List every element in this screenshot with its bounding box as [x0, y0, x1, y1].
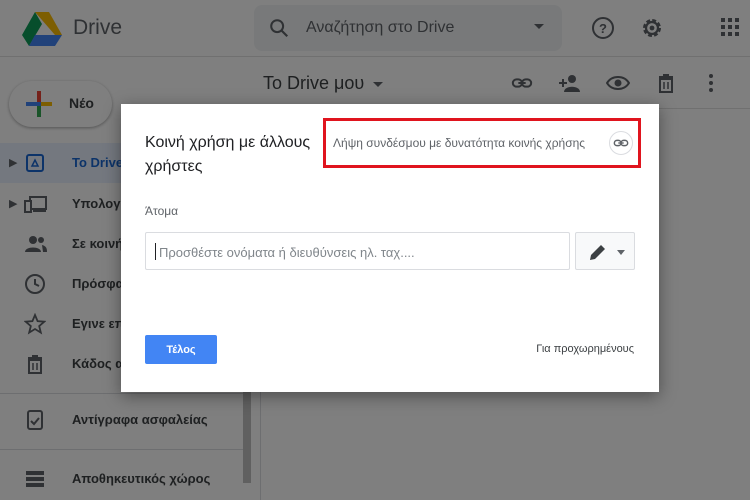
dialog-title: Κοινή χρήση με άλλους χρήστες	[145, 134, 311, 175]
get-shareable-link-label[interactable]: Λήψη συνδέσμου με δυνατότητα κοινής χρήσ…	[333, 136, 585, 150]
chevron-down-icon	[617, 250, 625, 255]
get-shareable-link-button[interactable]: Λήψη συνδέσμου με δυνατότητα κοινής χρήσ…	[323, 118, 641, 168]
pencil-icon	[590, 245, 605, 260]
people-input[interactable]: Προσθέστε ονόματα ή διευθύνσεις ηλ. ταχ.…	[145, 232, 570, 270]
people-input-placeholder: Προσθέστε ονόματα ή διευθύνσεις ηλ. ταχ.…	[159, 245, 415, 260]
link-icon	[613, 139, 629, 147]
permission-dropdown[interactable]	[575, 232, 635, 270]
advanced-link[interactable]: Για προχωρημένους	[536, 343, 634, 355]
share-dialog: Κοινή χρήση με άλλους χρήστες Λήψη συνδέ…	[121, 104, 659, 392]
done-button[interactable]: Τέλος	[145, 335, 217, 364]
people-label: Άτομα	[145, 204, 179, 218]
text-cursor	[155, 243, 156, 260]
link-icon-button[interactable]	[609, 131, 633, 155]
